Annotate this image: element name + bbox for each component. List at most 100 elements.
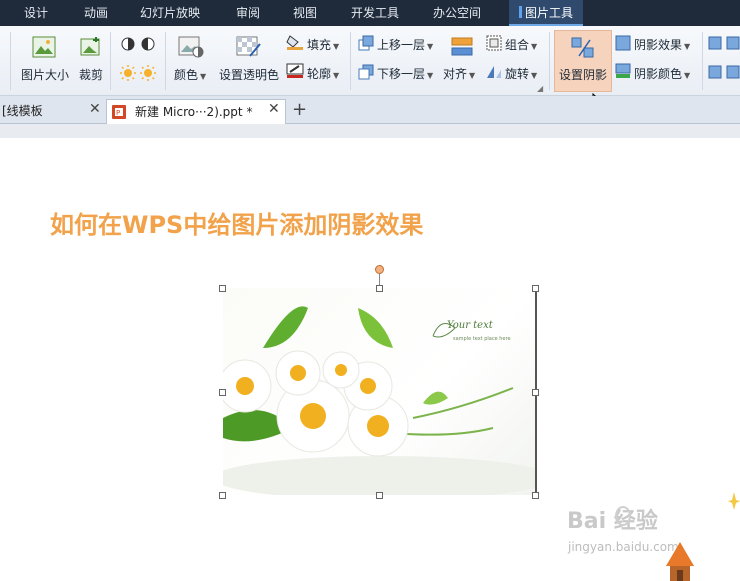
ribbon: 图片大小 裁剪 颜色 ▼ 设置透明色 填充 ▼ 轮廓 ▼ 上移一层 ▼ 下移一层… xyxy=(0,26,740,113)
chevron-down-icon: ▼ xyxy=(200,72,207,81)
ribbon-separator xyxy=(549,32,550,90)
resize-handle-bottom-left[interactable] xyxy=(219,492,226,499)
set-transparent-icon[interactable] xyxy=(236,36,262,58)
resize-handle-top[interactable] xyxy=(376,285,383,292)
rotation-handle[interactable] xyxy=(375,265,384,274)
close-icon[interactable]: ✕ xyxy=(268,101,280,117)
resize-handle-bottom-right[interactable] xyxy=(532,492,539,499)
align-button[interactable]: 对齐 ▼ xyxy=(443,65,475,82)
brightness-icon[interactable] xyxy=(120,64,158,82)
send-backward-icon[interactable] xyxy=(358,64,374,80)
bring-forward-label: 上移一层 xyxy=(377,38,426,52)
picture-size-icon[interactable] xyxy=(32,36,56,58)
doc-tab-label: 新建 Micro···2).ppt * xyxy=(135,105,253,119)
resize-handle-bottom[interactable] xyxy=(376,492,383,499)
ribbon-separator xyxy=(165,32,166,90)
photo-text-sub: sample text place here xyxy=(453,336,511,342)
fill-button[interactable]: 填充 ▼ xyxy=(307,36,339,53)
shadow-color-button[interactable]: 阴影颜色 ▼ xyxy=(634,65,690,82)
baidu-logo: Bai 经验 xyxy=(567,506,658,534)
shadow-color-icon[interactable] xyxy=(615,63,631,79)
new-tab-icon[interactable]: + xyxy=(292,99,307,120)
group-icon[interactable] xyxy=(486,35,502,51)
doc-tab-label: [线模板 xyxy=(2,104,43,118)
watermark-brand: Bai 经验 xyxy=(567,508,658,534)
menu-slideshow[interactable]: 幻灯片放映 xyxy=(140,0,200,26)
bring-forward-button[interactable]: 上移一层 ▼ xyxy=(377,36,433,53)
shadow-effect-button[interactable]: 阴影效果 ▼ xyxy=(634,36,690,53)
fill-label: 填充 xyxy=(307,38,332,52)
chevron-down-icon: ▼ xyxy=(427,42,434,51)
editor-gap xyxy=(0,124,740,138)
resize-handle-top-left[interactable] xyxy=(219,285,226,292)
decorative-tower-icon xyxy=(666,542,694,581)
ribbon-separator xyxy=(702,32,703,90)
chevron-down-icon: ▼ xyxy=(333,42,340,51)
decorative-sparkle-icon xyxy=(728,492,740,510)
menu-animation[interactable]: 动画 xyxy=(84,0,108,26)
rotate-label: 旋转 xyxy=(505,67,530,81)
ppt-file-icon: P xyxy=(112,105,126,119)
menu-review[interactable]: 审阅 xyxy=(236,0,260,26)
menu-developer[interactable]: 开发工具 xyxy=(351,0,399,26)
outline-button[interactable]: 轮廓 ▼ xyxy=(307,65,339,82)
align-label: 对齐 xyxy=(443,67,468,81)
doc-tab-active[interactable]: 新建 Micro···2).ppt * xyxy=(106,99,286,124)
ribbon-separator xyxy=(110,32,111,90)
chevron-down-icon: ▼ xyxy=(531,42,538,51)
daisy xyxy=(322,351,360,389)
send-backward-label: 下移一层 xyxy=(377,67,426,81)
menu-picture-tools-label: 图片工具 xyxy=(525,6,574,20)
set-shadow-icon[interactable] xyxy=(570,36,596,60)
color-icon[interactable] xyxy=(178,36,204,58)
resize-handle-right[interactable] xyxy=(532,389,539,396)
menu-office-space[interactable]: 办公空间 xyxy=(433,0,481,26)
chevron-down-icon: ▼ xyxy=(531,71,538,80)
menu-picture-tools[interactable]: 图片工具 xyxy=(509,0,584,26)
picture-size-button[interactable]: 图片大小 xyxy=(21,66,69,83)
align-icon[interactable] xyxy=(451,36,473,58)
photo-text-main: Your text xyxy=(447,320,494,331)
chevron-down-icon: ▼ xyxy=(469,71,476,80)
close-icon[interactable]: ✕ xyxy=(89,101,101,117)
document-tab-bar: [线模板 ✕ 新建 Micro···2).ppt * P ✕ + xyxy=(0,96,740,124)
crop-button[interactable]: 裁剪 xyxy=(79,66,103,83)
menu-design[interactable]: 设计 xyxy=(24,0,48,26)
active-tab-marker xyxy=(519,6,522,18)
rotate-icon[interactable] xyxy=(486,64,502,80)
menu-view[interactable]: 视图 xyxy=(293,0,317,26)
selected-image[interactable]: Your text sample text place here xyxy=(223,288,536,495)
crop-icon[interactable] xyxy=(79,36,103,58)
resize-handle-top-right[interactable] xyxy=(532,285,539,292)
shadow-color-label: 阴影颜色 xyxy=(634,67,683,81)
contrast-icon[interactable] xyxy=(120,36,158,52)
dialog-launcher-icon[interactable]: ◢ xyxy=(537,84,543,93)
chevron-down-icon: ▼ xyxy=(684,71,691,80)
ribbon-separator xyxy=(350,32,351,90)
bring-forward-icon[interactable] xyxy=(358,35,374,51)
shadow-effect-label: 阴影效果 xyxy=(634,38,683,52)
daisy xyxy=(275,350,321,396)
resize-handle-left[interactable] xyxy=(219,389,226,396)
set-transparent-button[interactable]: 设置透明色 xyxy=(219,66,279,83)
shadow-nudge-down-icon[interactable] xyxy=(708,65,740,79)
shadow-effect-icon[interactable] xyxy=(615,35,631,51)
color-label: 颜色 xyxy=(174,68,199,82)
ribbon-separator xyxy=(10,32,11,90)
chevron-down-icon: ▼ xyxy=(684,42,691,51)
svg-text:P: P xyxy=(116,109,120,117)
rotate-button[interactable]: 旋转 ▼ xyxy=(505,65,537,82)
slide-title[interactable]: 如何在WPS中给图片添加阴影效果 xyxy=(50,205,423,240)
shadow-nudge-up-icon[interactable] xyxy=(708,36,740,50)
set-shadow-button[interactable]: 设置阴影 xyxy=(559,66,607,83)
group-label: 组合 xyxy=(505,38,530,52)
daisy xyxy=(223,359,272,413)
color-button[interactable]: 颜色 ▼ xyxy=(174,66,206,83)
daisy-photo: Your text sample text place here xyxy=(223,306,536,495)
fill-icon[interactable] xyxy=(286,34,304,50)
group-button[interactable]: 组合 ▼ xyxy=(505,36,537,53)
chevron-down-icon: ▼ xyxy=(427,71,434,80)
chevron-down-icon: ▼ xyxy=(333,71,340,80)
outline-icon[interactable] xyxy=(286,63,304,79)
send-backward-button[interactable]: 下移一层 ▼ xyxy=(377,65,433,82)
